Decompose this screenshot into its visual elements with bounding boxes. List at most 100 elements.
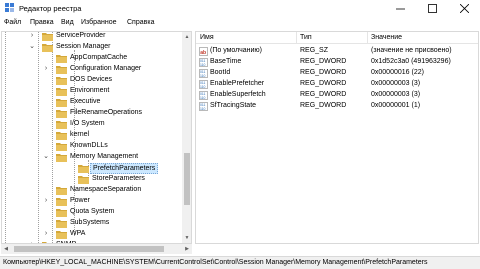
svg-text:110: 110 (200, 63, 206, 67)
list-item-name: BaseTime (210, 58, 242, 65)
scroll-right-arrow-icon[interactable]: ▶ (182, 244, 192, 254)
tree-item[interactable]: DOS Devices (2, 75, 184, 86)
status-bar: Компьютер\HKEY_LOCAL_MACHINE\SYSTEM\Curr… (0, 256, 480, 269)
tree-item[interactable]: KnownDLLs (2, 141, 184, 152)
svg-text:110: 110 (200, 85, 206, 89)
tree-item[interactable]: ⌄ Session Manager (2, 42, 184, 53)
tree-item[interactable]: PrefetchParameters (2, 163, 184, 174)
scroll-thumb[interactable] (184, 153, 190, 205)
tree-item-label: Executive (70, 98, 101, 105)
list-item-value: 0x00000001 (1) (371, 102, 421, 109)
tree-horizontal-scrollbar[interactable]: ◀ ▶ (1, 244, 192, 254)
folder-icon (56, 87, 67, 96)
collapse-chevron-icon[interactable]: ⌄ (42, 153, 50, 161)
tree-item-label: PrefetchParameters (90, 163, 159, 174)
folder-icon (56, 65, 67, 74)
expand-chevron-icon[interactable]: › (28, 32, 36, 40)
tree-item[interactable]: › ServiceProvider (2, 32, 184, 42)
tree-item[interactable]: AppCompatCache (2, 53, 184, 64)
column-divider[interactable] (367, 32, 368, 44)
list-item-name: EnablePrefetcher (210, 80, 265, 87)
tree-item-label: KnownDLLs (70, 142, 108, 149)
binary-value-icon: 011 110 (199, 58, 208, 67)
svg-text:ab: ab (200, 50, 206, 56)
tree-item[interactable]: FileRenameOperations (2, 108, 184, 119)
tree-item[interactable]: ⌄ Memory Management (2, 152, 184, 163)
column-header-value[interactable]: Значение (371, 34, 402, 41)
expand-chevron-icon[interactable]: › (42, 230, 50, 238)
collapse-chevron-icon[interactable]: ⌄ (28, 43, 36, 51)
tree-item-label: DOS Devices (70, 76, 113, 83)
values-list[interactable]: Имя Тип Значение ab (По умолчанию) REG_SZ (… (195, 31, 479, 244)
tree-item[interactable]: Environment (2, 86, 184, 97)
folder-icon (56, 142, 67, 151)
scroll-up-arrow-icon[interactable]: ▲ (182, 32, 191, 42)
list-item[interactable]: ab (По умолчанию) REG_SZ (значение не присв… (196, 46, 478, 57)
scroll-left-arrow-icon[interactable]: ◀ (1, 244, 11, 254)
regedit-icon (5, 3, 15, 13)
tree-item[interactable]: StoreParameters (2, 174, 184, 185)
list-item-type: REG_DWORD (300, 102, 347, 109)
key-path: Компьютер\HKEY_LOCAL_MACHINE\SYSTEM\Curr… (3, 259, 428, 266)
tree-item[interactable]: I/O System (2, 119, 184, 130)
binary-value-icon: 011 110 (199, 91, 208, 100)
list-item[interactable]: 011 110 EnablePrefetcher REG_DWORD 0x0000000… (196, 79, 478, 90)
menu-edit[interactable]: Правка (30, 19, 54, 26)
tree-item-label: NamespaceSeparation (70, 186, 142, 193)
column-divider[interactable] (296, 32, 297, 44)
menu-help[interactable]: Справка (127, 19, 154, 26)
expand-chevron-icon[interactable]: › (42, 65, 50, 73)
list-item[interactable]: 011 110 BootId REG_DWORD 0x00000016 (22) (196, 68, 478, 79)
list-item[interactable]: 011 110 EnableSuperfetch REG_DWORD 0x0000000… (196, 90, 478, 101)
maximize-button[interactable] (416, 0, 448, 17)
column-header-name[interactable]: Имя (200, 34, 214, 41)
registry-tree[interactable]: › ServiceProvider ⌄ Session Manager AppCompa… (1, 31, 192, 244)
tree-item[interactable]: NamespaceSeparation (2, 185, 184, 196)
list-item-type: REG_DWORD (300, 58, 347, 65)
scroll-down-arrow-icon[interactable]: ▼ (182, 233, 191, 243)
tree-item[interactable]: SubSystems (2, 218, 184, 229)
tree-item[interactable]: Quota System (2, 207, 184, 218)
binary-value-icon: 011 110 (199, 102, 208, 111)
binary-value-icon: 011 110 (199, 69, 208, 78)
list-item[interactable]: 011 110 SfTracingState REG_DWORD 0x00000001 … (196, 101, 478, 112)
column-header-type[interactable]: Тип (300, 34, 312, 41)
svg-text:110: 110 (200, 74, 206, 78)
menu-view[interactable]: Вид (61, 19, 74, 26)
tree-item-label: Memory Management (70, 153, 139, 160)
minimize-button[interactable] (384, 0, 416, 17)
folder-icon (56, 153, 67, 162)
menu-favorites[interactable]: Избранное (81, 19, 116, 26)
list-item-value: 0x00000003 (3) (371, 91, 421, 98)
tree-item-label: Session Manager (56, 43, 111, 50)
svg-text:110: 110 (200, 107, 206, 111)
list-item-name: SfTracingState (210, 102, 257, 109)
folder-icon (56, 98, 67, 107)
tree-item[interactable]: › Configuration Manager (2, 64, 184, 75)
scroll-thumb[interactable] (14, 246, 164, 252)
tree-item[interactable]: › WPA (2, 229, 184, 240)
list-item-value: (значение не присвоено) (371, 47, 452, 54)
list-item[interactable]: 011 110 BaseTime REG_DWORD 0x1d52c3a0 (49196… (196, 57, 478, 68)
folder-icon (56, 76, 67, 85)
title-bar: Редактор реестра (0, 0, 480, 17)
list-item-name: BootId (210, 69, 231, 76)
list-header: Имя Тип Значение (196, 32, 478, 44)
tree-vertical-scrollbar[interactable]: ▲ ▼ (182, 32, 191, 243)
folder-icon (56, 219, 67, 228)
folder-icon (78, 175, 89, 184)
folder-icon (56, 208, 67, 217)
folder-icon (42, 43, 53, 52)
tree-item[interactable]: kernel (2, 130, 184, 141)
close-button[interactable] (448, 0, 480, 17)
expand-chevron-icon[interactable]: › (42, 197, 50, 205)
folder-icon (56, 197, 67, 206)
tree-item-label: Quota System (70, 208, 115, 215)
tree-item-label: Environment (70, 87, 110, 94)
menu-file[interactable]: Файл (4, 19, 21, 26)
folder-icon (56, 120, 67, 129)
list-item-type: REG_DWORD (300, 91, 347, 98)
tree-item[interactable]: › Power (2, 196, 184, 207)
tree-item[interactable]: Executive (2, 97, 184, 108)
list-item-type: REG_DWORD (300, 80, 347, 87)
